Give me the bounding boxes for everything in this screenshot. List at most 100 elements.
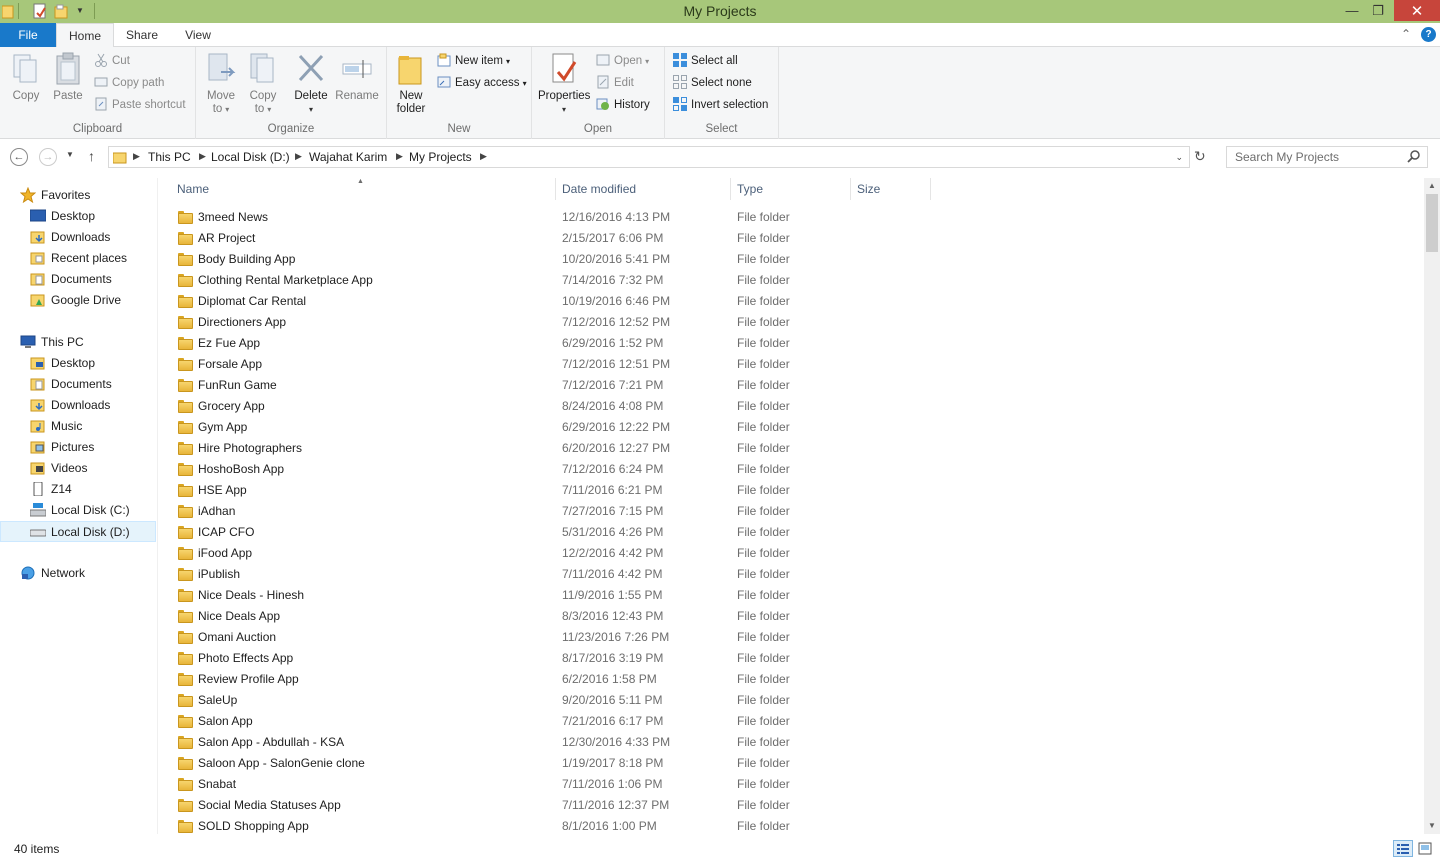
copy-button[interactable]: Copy [8, 52, 44, 103]
edit-button[interactable]: Edit [596, 73, 634, 93]
file-row[interactable]: iPublish 7/11/2016 4:42 PM File folder [170, 564, 930, 585]
file-row[interactable]: SaleUp 9/20/2016 5:11 PM File folder [170, 690, 930, 711]
file-row[interactable]: 3meed News 12/16/2016 4:13 PM File folder [170, 207, 930, 228]
nav-pc-pictures[interactable]: Pictures [0, 437, 156, 458]
column-header-date[interactable]: Date modified [556, 178, 731, 200]
search-input[interactable]: Search My Projects [1235, 150, 1339, 164]
breadcrumb-local-disk-d[interactable]: Local Disk (D:) [211, 150, 290, 164]
nav-network[interactable]: Network [0, 563, 156, 584]
file-date-modified: 12/30/2016 4:33 PM [562, 735, 671, 749]
file-row[interactable]: Salon App 7/21/2016 6:17 PM File folder [170, 711, 930, 732]
file-row[interactable]: ICAP CFO 5/31/2016 4:26 PM File folder [170, 522, 930, 543]
file-row[interactable]: iAdhan 7/27/2016 7:15 PM File folder [170, 501, 930, 522]
file-row[interactable]: Body Building App 10/20/2016 5:41 PM File … [170, 249, 930, 270]
file-row[interactable]: Directioners App 7/12/2016 12:52 PM File f… [170, 312, 930, 333]
file-row[interactable]: HSE App 7/11/2016 6:21 PM File folder [170, 480, 930, 501]
tab-home[interactable]: Home [56, 23, 114, 48]
file-row[interactable]: SOLD Shopping App 8/1/2016 1:00 PM File fo… [170, 816, 930, 837]
nav-this-pc[interactable]: This PC [0, 332, 156, 353]
file-row[interactable]: iFood App 12/2/2016 4:42 PM File folder [170, 543, 930, 564]
scroll-down-arrow[interactable]: ▼ [1424, 818, 1440, 834]
back-button[interactable]: ← [10, 148, 28, 166]
file-date-modified: 1/19/2017 8:18 PM [562, 756, 664, 770]
refresh-icon[interactable]: ↻ [1194, 148, 1206, 165]
nav-pc-desktop[interactable]: Desktop [0, 353, 156, 374]
recent-locations-icon[interactable]: ▼ [66, 150, 74, 159]
nav-favorites-google-drive[interactable]: Google Drive [0, 290, 156, 311]
paste-shortcut-button[interactable]: Paste shortcut [94, 95, 186, 115]
tab-share[interactable]: Share [116, 23, 168, 47]
select-all-button[interactable]: Select all [673, 51, 738, 71]
copy-to-button[interactable]: Copy to ▾ [246, 52, 280, 116]
nav-pc-documents[interactable]: Documents [0, 374, 156, 395]
invert-selection-button[interactable]: Invert selection [673, 95, 768, 115]
file-row[interactable]: Forsale App 7/12/2016 12:51 PM File folder [170, 354, 930, 375]
nav-pc-local-disk-d[interactable]: Local Disk (D:) [0, 521, 156, 542]
file-row[interactable]: Review Profile App 6/2/2016 1:58 PM File f… [170, 669, 930, 690]
close-button[interactable]: ✕ [1394, 0, 1440, 21]
nav-pc-local-disk-c[interactable]: Local Disk (C:) [0, 500, 156, 521]
file-row[interactable]: AR Project 2/15/2017 6:06 PM File folder [170, 228, 930, 249]
file-row[interactable]: Snabat 7/11/2016 1:06 PM File folder [170, 774, 930, 795]
nav-pc-videos[interactable]: Videos [0, 458, 156, 479]
open-button[interactable]: Open ▾ [596, 51, 649, 71]
nav-favorites[interactable]: Favorites [0, 185, 156, 206]
nav-favorites-recent-places[interactable]: Recent places [0, 248, 156, 269]
file-row[interactable]: Salon App - Abdullah - KSA 12/30/2016 4:3… [170, 732, 930, 753]
copy-icon [10, 52, 42, 86]
address-bar[interactable]: ▶ This PC ▶ Local Disk (D:) ▶ Wajahat Ka… [108, 146, 1190, 168]
copy-path-button[interactable]: Copy path [94, 73, 164, 93]
file-row[interactable]: Social Media Statuses App 7/11/2016 12:37… [170, 795, 930, 816]
cut-button[interactable]: Cut [94, 51, 130, 71]
easy-access-button[interactable]: Easy access ▾ [437, 73, 527, 93]
file-row[interactable]: Nice Deals App 8/3/2016 12:43 PM File fold… [170, 606, 930, 627]
file-row[interactable]: Photo Effects App 8/17/2016 3:19 PM File f… [170, 648, 930, 669]
column-header-size[interactable]: Size [851, 178, 931, 200]
large-icons-view-button[interactable] [1415, 840, 1435, 857]
tab-view[interactable]: View [172, 23, 224, 47]
delete-button[interactable]: Delete ▾ [292, 52, 330, 116]
help-icon[interactable]: ? [1421, 27, 1436, 42]
vertical-scrollbar[interactable]: ▲ ▼ [1424, 178, 1440, 834]
collapse-ribbon-icon[interactable]: ⌃ [1401, 27, 1411, 41]
new-folder-button[interactable]: New folder [393, 52, 429, 116]
search-box[interactable]: Search My Projects [1226, 146, 1428, 168]
nav-favorites-downloads[interactable]: Downloads [0, 227, 156, 248]
column-header-type[interactable]: Type [731, 178, 851, 200]
breadcrumb-my-projects[interactable]: My Projects [409, 150, 472, 164]
scrollbar-thumb[interactable] [1426, 194, 1438, 252]
file-row[interactable]: FunRun Game 7/12/2016 7:21 PM File folder [170, 375, 930, 396]
scroll-up-arrow[interactable]: ▲ [1424, 178, 1440, 194]
nav-pc-downloads[interactable]: Downloads [0, 395, 156, 416]
file-row[interactable]: Ez Fue App 6/29/2016 1:52 PM File folder [170, 333, 930, 354]
tab-file[interactable]: File [0, 23, 56, 47]
details-view-button[interactable] [1393, 840, 1413, 857]
forward-button[interactable]: → [39, 148, 57, 166]
restore-button[interactable]: ❐ [1362, 0, 1394, 21]
address-dropdown-icon[interactable]: ⌄ [1175, 152, 1183, 163]
move-to-button[interactable]: Move to ▾ [204, 52, 238, 116]
new-item-button[interactable]: New item ▾ [437, 51, 510, 71]
history-button[interactable]: History [596, 95, 650, 115]
file-row[interactable]: Hire Photographers 6/20/2016 12:27 PM File… [170, 438, 930, 459]
file-row[interactable]: HoshoBosh App 7/12/2016 6:24 PM File folde… [170, 459, 930, 480]
rename-button[interactable]: Rename [334, 52, 380, 103]
file-row[interactable]: Gym App 6/29/2016 12:22 PM File folder [170, 417, 930, 438]
nav-pc-music[interactable]: Music [0, 416, 156, 437]
file-row[interactable]: Diplomat Car Rental 10/19/2016 6:46 PM Fil… [170, 291, 930, 312]
file-row[interactable]: Grocery App 8/24/2016 4:08 PM File folder [170, 396, 930, 417]
file-row[interactable]: Nice Deals - Hinesh 11/9/2016 1:55 PM File… [170, 585, 930, 606]
select-none-button[interactable]: Select none [673, 73, 752, 93]
up-arrow-icon[interactable]: ↑ [88, 148, 95, 164]
file-row[interactable]: Clothing Rental Marketplace App 7/14/2016… [170, 270, 930, 291]
paste-button[interactable]: Paste [50, 52, 86, 103]
nav-pc-z14[interactable]: Z14 [0, 479, 156, 500]
breadcrumb-this-pc[interactable]: This PC [148, 150, 191, 164]
file-row[interactable]: Omani Auction 11/23/2016 7:26 PM File fold… [170, 627, 930, 648]
breadcrumb-wajahat-karim[interactable]: Wajahat Karim [309, 150, 387, 164]
nav-favorites-documents[interactable]: Documents [0, 269, 156, 290]
properties-button[interactable]: Properties ▾ [538, 52, 590, 116]
file-type: File folder [737, 609, 790, 623]
file-row[interactable]: Saloon App - SalonGenie clone 1/19/2017 8… [170, 753, 930, 774]
nav-favorites-desktop[interactable]: Desktop [0, 206, 156, 227]
